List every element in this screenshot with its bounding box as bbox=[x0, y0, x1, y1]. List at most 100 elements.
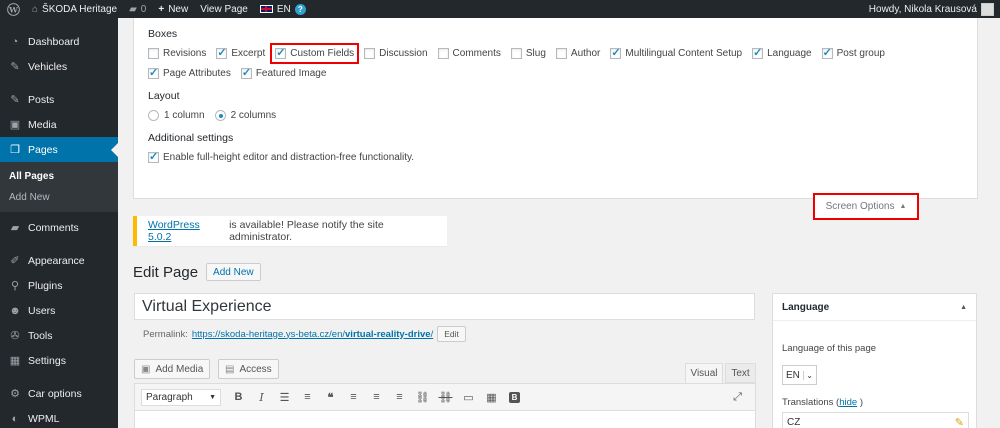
checkbox-page-attributes[interactable]: Page Attributes bbox=[148, 66, 231, 79]
checkbox-box[interactable] bbox=[240, 66, 252, 79]
checkbox-box[interactable] bbox=[752, 46, 764, 59]
hide-translations-link[interactable]: hide bbox=[839, 397, 857, 408]
editor-content-area[interactable] bbox=[134, 411, 756, 428]
translation-cz-field[interactable]: CZ ✎ bbox=[782, 412, 969, 428]
admin-bar-language[interactable]: EN ? bbox=[254, 0, 312, 18]
checkbox-label: Excerpt bbox=[231, 48, 266, 59]
checkbox-slug[interactable]: Slug bbox=[510, 48, 546, 59]
checkbox-box[interactable] bbox=[821, 46, 833, 59]
unlink-icon[interactable]: ⛓ bbox=[434, 387, 457, 407]
tab-text[interactable]: Text bbox=[725, 363, 756, 383]
tab-visual[interactable]: Visual bbox=[685, 363, 723, 383]
link-icon[interactable]: ⛓ bbox=[411, 387, 434, 407]
checkbox-box[interactable] bbox=[275, 46, 287, 59]
sidebar-item-vehicles[interactable]: ✎ Vehicles bbox=[0, 54, 118, 79]
checkbox-multilingual-content-setup[interactable]: Multilingual Content Setup bbox=[610, 46, 742, 59]
sidebar-item-dashboard[interactable]: ◔ Dashboard bbox=[0, 29, 118, 54]
numbered-list-icon[interactable]: ≡ bbox=[296, 387, 319, 407]
checkbox-box[interactable] bbox=[610, 46, 622, 59]
language-select[interactable]: EN ⌄ bbox=[782, 365, 817, 385]
checkbox-discussion[interactable]: Discussion bbox=[364, 48, 428, 59]
svg-text:W: W bbox=[8, 5, 18, 14]
checkbox-excerpt[interactable]: Excerpt bbox=[216, 46, 266, 59]
checkbox-custom-fields[interactable]: Custom Fields bbox=[270, 43, 360, 64]
media-icon: ▣ bbox=[141, 363, 151, 375]
format-select[interactable]: Paragraph ▼ bbox=[141, 388, 221, 406]
checkbox-box[interactable] bbox=[555, 48, 567, 59]
admin-bar-site[interactable]: ⌂ ŠKODA Heritage bbox=[26, 0, 123, 18]
admin-bar-comments[interactable]: ▰ 0 bbox=[123, 0, 152, 18]
align-right-icon[interactable]: ≡ bbox=[388, 387, 411, 407]
admin-bar-account[interactable]: Howdy, Nikola Krausová bbox=[863, 0, 1000, 18]
sidebar-item-tools[interactable]: ✇ Tools bbox=[0, 323, 118, 348]
sidebar-item-media[interactable]: ▣ Media bbox=[0, 112, 118, 137]
permalink-link[interactable]: https://skoda-heritage.ys-beta.cz/en/vir… bbox=[192, 329, 433, 340]
align-center-icon[interactable]: ≡ bbox=[365, 387, 388, 407]
additional-settings-heading: Additional settings bbox=[148, 132, 234, 144]
radio-1-column[interactable]: 1 column bbox=[148, 110, 205, 121]
checkbox-revisions[interactable]: Revisions bbox=[148, 48, 206, 59]
sidebar-item-pages[interactable]: ❐ Pages bbox=[0, 137, 118, 162]
add-new-page-button[interactable]: Add New bbox=[206, 263, 261, 281]
dropdown-arrow-icon: ▼ bbox=[209, 393, 216, 401]
sidebar-item-users[interactable]: ☻ Users bbox=[0, 298, 118, 323]
wordpress-update-link[interactable]: WordPress 5.0.2 bbox=[148, 219, 225, 243]
checkbox-author[interactable]: Author bbox=[555, 48, 600, 59]
uk-flag-icon bbox=[259, 5, 273, 13]
sidebar-item-label: Media bbox=[28, 118, 57, 131]
collapse-triangle-icon[interactable]: ▲ bbox=[960, 304, 967, 311]
access-button[interactable]: ▤ Access bbox=[218, 359, 279, 379]
sidebar-item-comments[interactable]: ▰ Comments bbox=[0, 215, 118, 240]
sidebar-item-plugins[interactable]: ⚲ Plugins bbox=[0, 273, 118, 298]
sidebar-item-car-options[interactable]: ⚙ Car options bbox=[0, 381, 118, 406]
bold-icon[interactable]: B bbox=[227, 387, 250, 407]
sidebar-item-label: Dashboard bbox=[28, 35, 80, 48]
checkbox-full-height-editor[interactable]: Enable full-height editor and distractio… bbox=[148, 150, 414, 163]
checkbox-box[interactable] bbox=[216, 46, 228, 59]
checkbox-post-group[interactable]: Post group bbox=[821, 46, 885, 59]
keyboard-icon[interactable]: ▦ bbox=[480, 387, 503, 407]
add-media-button[interactable]: ▣ Add Media bbox=[134, 359, 211, 379]
language-select-value: EN bbox=[786, 369, 800, 381]
screen-options-panel: Boxes Revisions Excerpt Custom Fields Di… bbox=[133, 18, 978, 199]
wordpress-logo-icon[interactable]: W bbox=[0, 0, 26, 18]
screen-options-tab-button[interactable]: Screen Options ▲ bbox=[813, 193, 919, 220]
admin-bar-new[interactable]: + New bbox=[152, 0, 194, 18]
language-metabox-header[interactable]: Language ▲ bbox=[773, 294, 976, 321]
checkbox-language[interactable]: Language bbox=[752, 46, 812, 59]
pencil-icon[interactable]: ✎ bbox=[955, 416, 964, 428]
checkbox-featured-image[interactable]: Featured Image bbox=[240, 66, 326, 79]
checkbox-box[interactable] bbox=[437, 48, 449, 59]
translations-label-row: Translations (hide ) bbox=[782, 397, 863, 408]
sidebar-item-wpml[interactable]: ◐ WPML bbox=[0, 406, 118, 428]
checkbox-label: Discussion bbox=[379, 48, 428, 59]
checkbox-box[interactable] bbox=[364, 48, 376, 59]
bullet-list-icon[interactable]: ☰ bbox=[273, 387, 296, 407]
submenu-all-pages[interactable]: All Pages bbox=[0, 166, 118, 187]
radio-2-columns[interactable]: 2 columns bbox=[214, 110, 276, 121]
italic-icon[interactable]: I bbox=[250, 387, 273, 407]
sidebar-item-appearance[interactable]: ✐ Appearance bbox=[0, 248, 118, 273]
sidebar-item-label: Comments bbox=[28, 221, 79, 234]
permalink-edit-button[interactable]: Edit bbox=[437, 326, 466, 342]
language-metabox: Language ▲ Language of this page EN ⌄ Tr… bbox=[772, 293, 977, 428]
blockquote-icon[interactable]: ❝ bbox=[319, 387, 342, 407]
checkbox-box[interactable] bbox=[510, 48, 522, 59]
checkbox-comments[interactable]: Comments bbox=[437, 48, 501, 59]
b-badge-icon[interactable]: B bbox=[503, 387, 526, 407]
checkbox-box[interactable] bbox=[148, 150, 159, 163]
read-more-icon[interactable]: ▭ bbox=[457, 387, 480, 407]
sidebar-item-settings[interactable]: ▦ Settings bbox=[0, 348, 118, 373]
plugin-icon: ⚲ bbox=[10, 280, 20, 292]
align-left-icon[interactable]: ≡ bbox=[342, 387, 365, 407]
fullscreen-icon[interactable]: ⤢ bbox=[726, 387, 749, 407]
checkbox-box[interactable] bbox=[148, 48, 159, 59]
radio-button[interactable] bbox=[148, 110, 159, 121]
post-title-input[interactable]: Virtual Experience bbox=[134, 293, 755, 320]
checkbox-box[interactable] bbox=[148, 66, 159, 79]
radio-button[interactable] bbox=[214, 110, 226, 121]
help-icon[interactable]: ? bbox=[294, 3, 306, 15]
submenu-add-new[interactable]: Add New bbox=[0, 187, 118, 208]
admin-bar-view-page[interactable]: View Page bbox=[194, 0, 254, 18]
sidebar-item-posts[interactable]: ✎ Posts bbox=[0, 87, 118, 112]
